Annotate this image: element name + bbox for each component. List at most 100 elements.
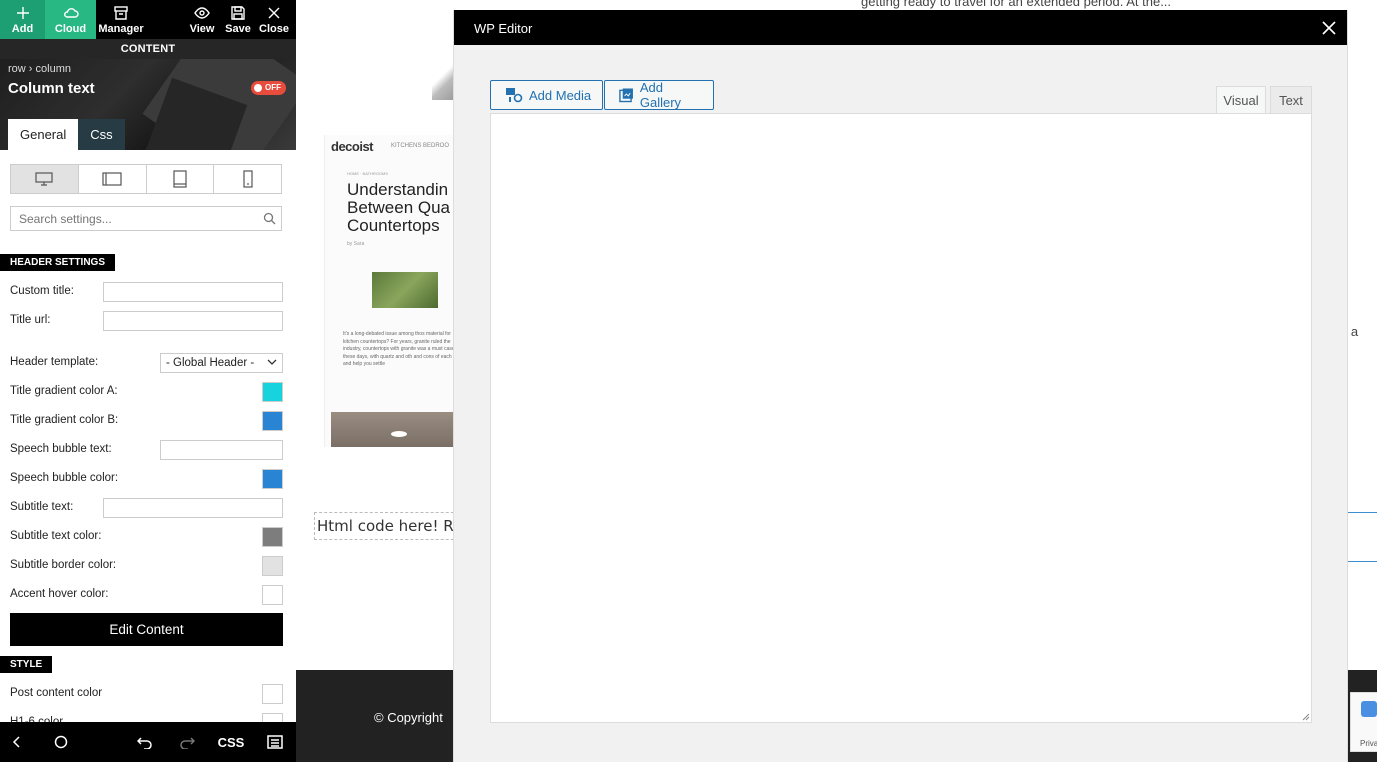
chevron-down-icon (267, 359, 277, 365)
close-button[interactable]: Close (256, 0, 292, 39)
add-label: Add (11, 23, 34, 35)
breadcrumb-column[interactable]: column (36, 63, 71, 75)
floppy-icon (231, 6, 245, 20)
save-label: Save (225, 23, 251, 35)
add-gallery-button[interactable]: Add Gallery (604, 80, 714, 110)
search-icon[interactable] (263, 212, 276, 225)
media-icon (506, 88, 523, 103)
cloud-label: Cloud (54, 23, 87, 35)
header-settings-heading: HEADER SETTINGS (0, 254, 116, 271)
subtitle-text-label: Subtitle text: (10, 501, 74, 513)
close-icon[interactable] (1319, 18, 1339, 38)
tablet-portrait-icon (173, 170, 187, 188)
breadcrumb-separator: › (28, 63, 33, 75)
decoist-logo: decoist (331, 139, 374, 154)
undo-button[interactable] (134, 722, 156, 762)
cloud-icon (63, 8, 79, 18)
add-button[interactable]: Add (0, 0, 45, 39)
tab-visual[interactable]: Visual (1216, 86, 1266, 114)
tablet-landscape-icon (102, 172, 122, 186)
modal-header: WP Editor (454, 10, 1347, 45)
wp-editor-modal: WP Editor Add Media Add Gallery Visual T… (453, 10, 1348, 762)
breadcrumb: row › column (8, 63, 71, 75)
device-mobile[interactable] (214, 165, 281, 193)
modal-title: WP Editor (474, 21, 533, 36)
device-switcher (10, 164, 282, 194)
copyright-text: © Copyright (374, 710, 443, 725)
menu-button[interactable] (264, 722, 286, 762)
device-tablet-portrait[interactable] (147, 165, 215, 193)
manager-button[interactable]: Manager (96, 0, 146, 39)
circle-icon (54, 735, 68, 749)
resize-handle-icon[interactable] (1301, 712, 1310, 721)
section-label: CONTENT (0, 39, 296, 59)
device-desktop[interactable] (11, 165, 79, 193)
search-settings-input[interactable] (10, 206, 282, 231)
edit-content-button[interactable]: Edit Content (10, 613, 283, 646)
subtitle-border-color-label: Subtitle border color: (10, 559, 117, 571)
title-gradient-b-swatch[interactable] (262, 411, 283, 431)
panel-tabs: General Css (8, 119, 125, 150)
subtitle-text-color-swatch[interactable] (262, 527, 283, 547)
title-url-label: Title url: (10, 314, 51, 326)
title-gradient-a-swatch[interactable] (262, 382, 283, 402)
style-heading: STYLE (0, 656, 53, 673)
speech-bubble-color-swatch[interactable] (262, 469, 283, 489)
device-tablet-landscape[interactable] (79, 165, 147, 193)
editor-content-area[interactable] (490, 113, 1312, 723)
add-media-button[interactable]: Add Media (490, 80, 603, 110)
list-icon (267, 735, 283, 749)
decoist-nav: KITCHENS BEDROO (391, 143, 450, 149)
home-button[interactable] (50, 722, 72, 762)
breadcrumb-row[interactable]: row (8, 63, 26, 75)
ceiling-light (391, 431, 407, 437)
element-title: Column text (8, 80, 95, 97)
back-button[interactable] (6, 722, 28, 762)
undo-icon (137, 737, 152, 749)
desktop-icon (35, 172, 53, 186)
subtitle-text-color-label: Subtitle text color: (10, 530, 102, 542)
header-template-label: Header template: (10, 356, 99, 368)
page-excerpt: getting ready to travel for an extended … (861, 0, 1172, 9)
tab-text[interactable]: Text (1270, 86, 1312, 114)
add-media-label: Add Media (529, 87, 592, 103)
archive-icon (114, 6, 128, 20)
plus-icon (16, 7, 29, 19)
tab-general[interactable]: General (8, 119, 79, 150)
add-gallery-label: Add Gallery (639, 80, 682, 110)
speech-bubble-text-label: Speech bubble text: (10, 443, 112, 455)
subtitle-border-color-swatch[interactable] (262, 556, 283, 576)
save-button[interactable]: Save (220, 0, 256, 39)
redo-button[interactable] (176, 722, 198, 762)
html-code-placeholder[interactable]: Html code here! R (314, 512, 464, 540)
custom-title-field[interactable] (103, 282, 283, 302)
accent-hover-color-swatch[interactable] (262, 585, 283, 605)
close-label: Close (259, 23, 289, 35)
panel-header: row › column Column text OFF General Css (0, 59, 296, 150)
chevron-left-icon (12, 736, 20, 748)
recaptcha-privacy-link[interactable]: Privac (1360, 739, 1377, 748)
redo-icon (180, 737, 195, 749)
builder-toolbar: Add Cloud Manager View Save Close (0, 0, 296, 39)
off-toggle[interactable]: OFF (251, 81, 286, 95)
view-button[interactable]: View (184, 0, 220, 39)
article-body: It's a long-debated issue among thos mat… (343, 331, 455, 367)
panel-bottom-bar: CSS (0, 722, 296, 762)
title-gradient-a-label: Title gradient color A: (10, 385, 118, 397)
css-button[interactable]: CSS (214, 722, 248, 762)
manager-label: Manager (98, 23, 144, 35)
recaptcha-icon (1361, 701, 1377, 717)
tab-css[interactable]: Css (78, 119, 125, 150)
article-screenshot-image: decoist KITCHENS BEDROO HOME · BATHROOMS… (324, 135, 459, 447)
subtitle-text-field[interactable] (103, 498, 283, 518)
post-content-color-swatch[interactable] (262, 684, 283, 704)
header-template-select[interactable]: - Global Header - (160, 353, 283, 373)
accent-hover-color-label: Accent hover color: (10, 588, 109, 600)
title-url-field[interactable] (103, 311, 283, 331)
recaptcha-badge[interactable]: Privac (1350, 692, 1377, 752)
post-content-color-label: Post content color (10, 687, 103, 699)
article-title: Understandin Between Qua Countertops (347, 180, 451, 235)
speech-bubble-text-field[interactable] (160, 440, 283, 460)
close-icon (268, 7, 280, 19)
cloud-button[interactable]: Cloud (45, 0, 96, 39)
